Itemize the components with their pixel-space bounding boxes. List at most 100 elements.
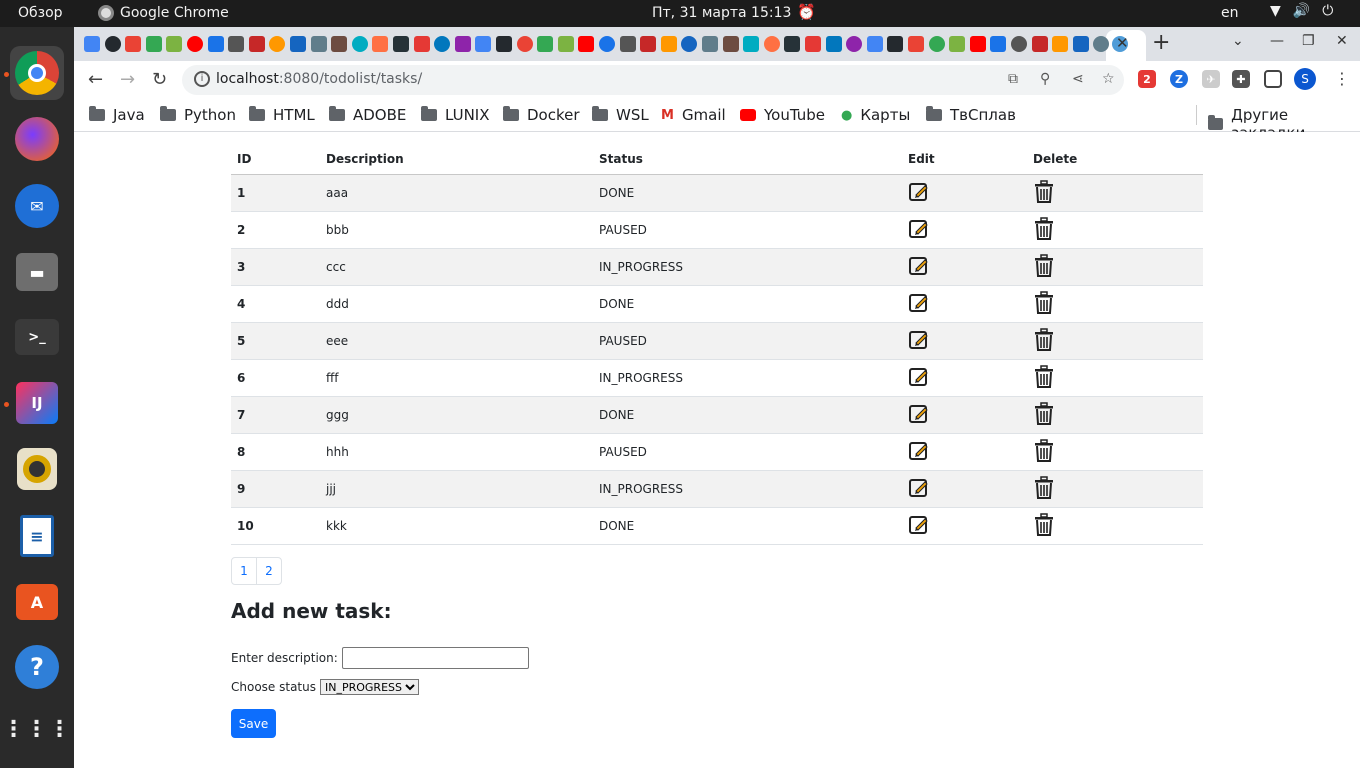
bookmark-adobe[interactable]: ADOBE	[329, 106, 406, 124]
tab-favicon[interactable]	[125, 36, 142, 52]
edit-icon[interactable]	[908, 218, 930, 243]
show-apps-button[interactable]: ⋮⋮⋮	[3, 702, 71, 756]
keyboard-layout[interactable]: en	[1221, 5, 1239, 21]
dock-firefox[interactable]	[10, 112, 64, 166]
bookmark-java[interactable]: Java	[89, 106, 145, 124]
tab-favicon[interactable]	[166, 36, 183, 52]
tab-favicon[interactable]	[228, 36, 245, 52]
trash-icon[interactable]	[1033, 476, 1055, 503]
tab-favicon[interactable]	[887, 36, 904, 52]
dock-software[interactable]: A	[10, 575, 64, 629]
tab-favicon[interactable]	[1052, 36, 1069, 52]
tab-favicon[interactable]	[207, 36, 224, 52]
tab-favicon[interactable]	[557, 36, 574, 52]
forward-button[interactable]: →	[120, 69, 135, 90]
description-input[interactable]	[341, 647, 529, 669]
tab-favicon[interactable]	[1011, 36, 1027, 52]
bookmark-wsl[interactable]: WSL	[592, 106, 649, 124]
tab-favicon[interactable]	[619, 36, 636, 52]
bookmark-docker[interactable]: Docker	[503, 106, 580, 124]
profile-avatar[interactable]: S	[1294, 68, 1316, 90]
bookmark-tvsplav[interactable]: ТвСплав	[926, 106, 1016, 124]
maximize-button[interactable]: ❐	[1302, 33, 1315, 49]
zoom-icon[interactable]: ⚲	[1040, 71, 1050, 87]
tab-favicon[interactable]	[475, 36, 492, 52]
tab-favicon[interactable]	[372, 36, 389, 52]
bookmark-gmail[interactable]: M Gmail	[661, 106, 726, 124]
tab-favicon[interactable]	[640, 36, 657, 52]
tab-favicon[interactable]	[743, 36, 760, 52]
trash-icon[interactable]	[1033, 254, 1055, 281]
dock-files[interactable]: ▬	[10, 245, 64, 299]
tab-favicon[interactable]	[248, 36, 265, 52]
activities-button[interactable]: Обзор	[18, 5, 63, 21]
edit-icon[interactable]	[908, 514, 930, 539]
dock-terminal[interactable]: >_	[10, 310, 64, 364]
dock-chrome[interactable]	[10, 46, 64, 100]
tab-favicon[interactable]	[454, 36, 471, 52]
dock-writer[interactable]: ≡	[10, 509, 64, 563]
tab-favicon[interactable]	[660, 36, 677, 52]
tab-favicon[interactable]	[269, 36, 286, 52]
bookmark-star-icon[interactable]: ☆	[1102, 71, 1115, 87]
edit-icon[interactable]	[908, 255, 930, 280]
status-select[interactable]: IN_PROGRESS	[320, 679, 419, 695]
trash-icon[interactable]	[1033, 291, 1055, 318]
tab-favicon[interactable]	[578, 36, 595, 52]
bookmark-python[interactable]: Python	[160, 106, 236, 124]
dock-intellij[interactable]: IJ	[10, 376, 64, 430]
tab-favicon[interactable]	[351, 36, 368, 52]
tab-favicon[interactable]	[290, 36, 306, 52]
edit-icon[interactable]	[908, 366, 930, 391]
tab-favicon[interactable]	[969, 36, 986, 52]
dock-thunderbird[interactable]: ✉	[10, 179, 64, 233]
translate-icon[interactable]: ⧉	[1008, 71, 1018, 87]
app-menu[interactable]: Google Chrome	[98, 5, 229, 21]
tab-favicon[interactable]	[1072, 36, 1089, 52]
edit-icon[interactable]	[908, 329, 930, 354]
tab-favicon[interactable]	[516, 36, 533, 52]
bookmark-html[interactable]: HTML	[249, 106, 315, 124]
tab-favicon[interactable]	[434, 36, 451, 52]
tab-favicon[interactable]	[681, 36, 698, 52]
menu-kebab-icon[interactable]: ⋮	[1334, 69, 1350, 88]
trash-icon[interactable]	[1033, 402, 1055, 429]
clock[interactable]: Пт, 31 марта 15:13	[652, 5, 791, 21]
extension-icon[interactable]: Z	[1170, 70, 1188, 88]
tab-favicon[interactable]	[846, 36, 863, 52]
url-text[interactable]: localhost:8080/todolist/tasks/	[216, 71, 422, 87]
site-info-icon[interactable]: i	[194, 71, 210, 87]
tab-favicon[interactable]	[537, 36, 554, 52]
edit-icon[interactable]	[908, 181, 930, 206]
tab-favicon[interactable]	[866, 36, 883, 52]
new-tab-button[interactable]: +	[1152, 30, 1170, 55]
tab-favicon[interactable]	[763, 36, 780, 52]
dock-rhythmbox[interactable]	[10, 442, 64, 496]
edit-icon[interactable]	[908, 403, 930, 428]
trash-icon[interactable]	[1033, 513, 1055, 540]
tab-search-icon[interactable]: ⌄	[1232, 33, 1244, 49]
tab-favicon[interactable]	[104, 36, 121, 52]
tab-favicon[interactable]	[908, 36, 924, 52]
tab-favicon[interactable]	[702, 36, 718, 52]
bookmark-maps[interactable]: ● Карты	[841, 106, 910, 124]
tab-favicon[interactable]	[990, 36, 1007, 52]
save-button[interactable]: Save	[231, 709, 276, 738]
trash-icon[interactable]	[1033, 365, 1055, 392]
tab-favicon[interactable]	[145, 36, 162, 52]
tab-favicon[interactable]	[413, 36, 430, 52]
page-link-2[interactable]: 2	[256, 557, 282, 585]
edit-icon[interactable]	[908, 292, 930, 317]
tab-favicon[interactable]	[187, 36, 203, 52]
edit-icon[interactable]	[908, 440, 930, 465]
tab-favicon[interactable]	[599, 36, 615, 52]
trash-icon[interactable]	[1033, 439, 1055, 466]
system-tray[interactable]: ▼ 🔊 ⏻	[1270, 3, 1333, 19]
back-button[interactable]: ←	[88, 69, 103, 90]
dock-help[interactable]: ?	[10, 640, 64, 694]
tab-favicon[interactable]	[84, 36, 100, 52]
trash-icon[interactable]	[1033, 180, 1055, 207]
bookmark-lunix[interactable]: LUNIX	[421, 106, 490, 124]
minimize-button[interactable]: —	[1270, 33, 1284, 49]
tab-favicon[interactable]	[393, 36, 409, 52]
